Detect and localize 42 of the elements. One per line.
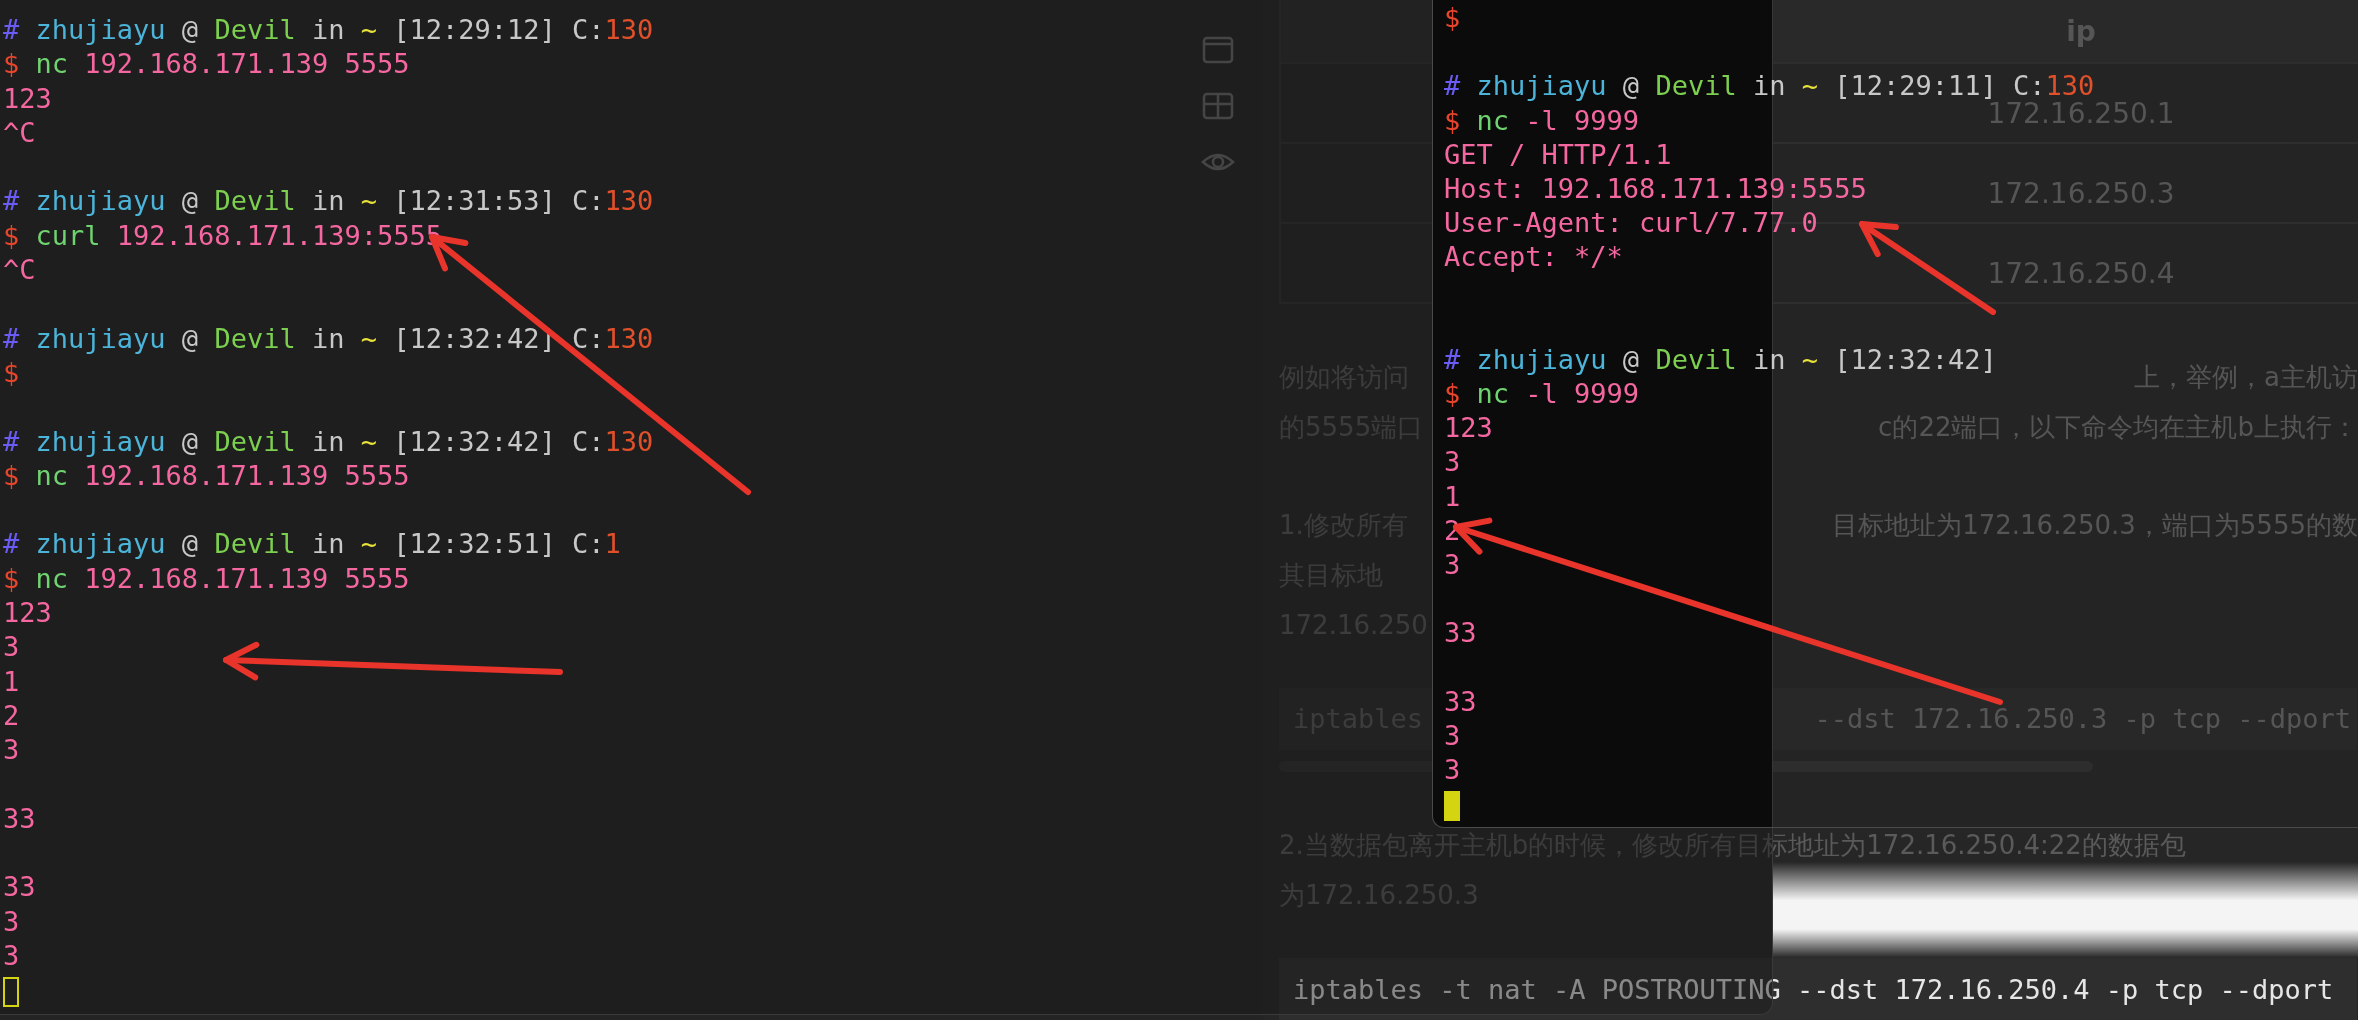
output-line: 3 [3, 939, 20, 973]
command-line: $ [1444, 1, 1461, 35]
output-line: 3 [1444, 548, 1461, 582]
output-line: 33 [3, 870, 36, 905]
layout-icon[interactable] [1201, 34, 1235, 66]
command-line: $ nc 192.168.171.139 5555 [3, 561, 410, 596]
prompt-line: # zhujiayu @ Devil in ~ [12:29:11] C:130 [1444, 69, 2095, 102]
code-text: iptables -t nat -A POSTROUTING --dst 172.16.250.4 -p tcp --dport [1293, 973, 2334, 1005]
output-line: User-Agent: curl/7.77.0 [1444, 206, 1818, 241]
command-line: $ curl 192.168.171.139:5555 [3, 218, 442, 253]
prompt-line: # zhujiayu @ Devil in ~ [12:29:12] C:130 [3, 13, 654, 47]
output-line: 123 [3, 596, 52, 631]
command-line: $ nc 192.168.171.139 5555 [3, 458, 410, 493]
output-line: GET / HTTP/1.1 [1444, 137, 1672, 172]
output-line: 2 [3, 698, 20, 733]
output-line: 3 [3, 630, 20, 665]
output-line: 3 [1444, 753, 1461, 788]
output-line: 123 [3, 81, 52, 116]
output-line: Accept: */* [1444, 240, 1623, 275]
output-line: 1 [3, 664, 20, 699]
output-line: 33 [3, 801, 36, 836]
output-line: 3 [1444, 718, 1461, 753]
output-line: 33 [1444, 616, 1477, 651]
output-line: 123 [1444, 411, 1493, 446]
prompt-line: # zhujiayu @ Devil in ~ [12:32:51] C:1 [3, 527, 621, 562]
command-line: $ nc -l 9999 [1444, 377, 1640, 412]
output-line: Host: 192.168.171.139:5555 [1444, 171, 1867, 206]
output-line: 3 [3, 733, 20, 768]
prompt-line: # zhujiayu @ Devil in ~ [12:32:42] C:130 [3, 424, 654, 459]
command-line: $ [3, 355, 20, 390]
command-line: $ nc 192.168.171.139 5555 [3, 47, 410, 82]
prompt-line: # zhujiayu @ Devil in ~ [12:31:53] C:130 [3, 184, 654, 219]
output-line: 1 [1444, 479, 1461, 514]
prompt-line: # zhujiayu @ Devil in ~ [12:32:42] C:130 [3, 321, 654, 356]
output-line: 33 [1444, 684, 1477, 719]
output-line: ^C [3, 115, 36, 150]
output-line: 3 [3, 904, 20, 939]
command-line: $ nc -l 9999 [1444, 103, 1640, 138]
output-line: 3 [1444, 445, 1461, 480]
split-view-icon[interactable] [1201, 90, 1235, 122]
prompt-line: # zhujiayu @ Devil in ~ [12:32:42] [1444, 342, 1997, 377]
output-line: ^C [3, 253, 36, 288]
